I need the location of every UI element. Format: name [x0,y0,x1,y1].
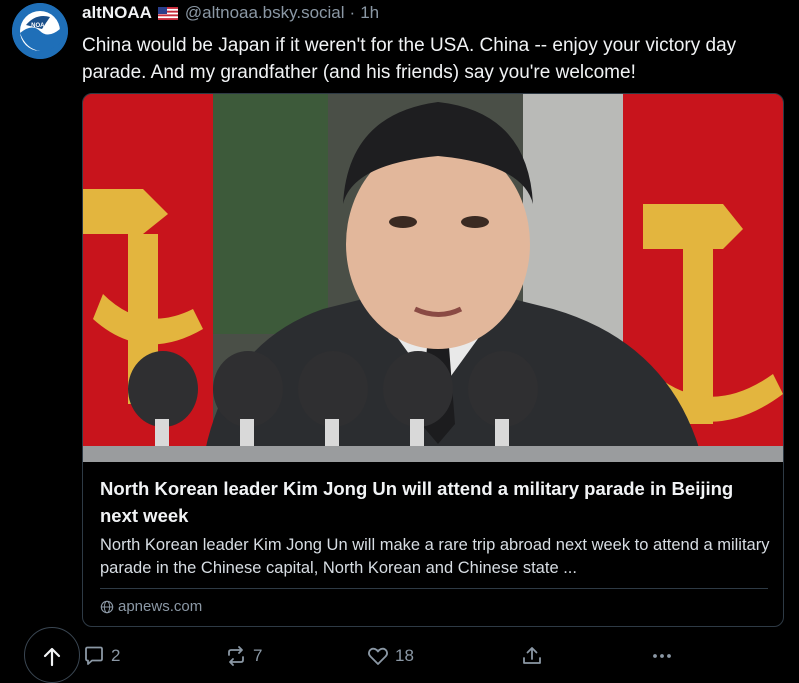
link-card[interactable]: North Korean leader Kim Jong Un will att… [82,93,784,627]
post-time[interactable]: 1h [360,3,379,23]
card-divider [100,588,768,589]
news-photo [83,94,783,462]
like-count: 18 [395,646,414,665]
author-handle[interactable]: @altnoaa.bsky.social [185,3,345,23]
arrow-up-icon [43,647,61,667]
reply-count: 2 [111,646,121,665]
repost-count: 7 [253,646,263,665]
card-image[interactable] [83,94,783,462]
avatar-text: NOAA [31,23,49,29]
share-icon [523,647,541,664]
post[interactable]: NOAA altNOAA @altnoaa.bsky.social · 1h C… [0,0,799,683]
us-flag-icon [157,6,178,20]
noaa-logo-icon: NOAA [12,3,68,59]
avatar[interactable]: NOAA [12,3,68,59]
display-name[interactable]: altNOAA [82,3,152,23]
repost-button[interactable]: 7 [224,644,262,668]
more-options-button[interactable] [650,644,674,668]
card-description: North Korean leader Kim Jong Un will mak… [100,536,770,577]
share-button[interactable] [520,644,544,668]
reply-icon [85,646,103,665]
ellipsis-icon [653,654,671,658]
reply-button[interactable]: 2 [82,644,120,668]
globe-icon [100,600,114,613]
card-title[interactable]: North Korean leader Kim Jong Un will att… [100,475,770,529]
post-header: altNOAA @altnoaa.bsky.social · 1h [82,3,379,23]
heart-icon [368,647,388,665]
separator-dot: · [349,3,356,22]
post-text: China would be Japan if it weren't for t… [82,35,737,83]
like-button[interactable]: 18 [366,644,414,668]
card-domain-text: apnews.com [118,598,203,615]
card-domain[interactable]: apnews.com [100,598,202,615]
repost-icon [228,646,244,666]
